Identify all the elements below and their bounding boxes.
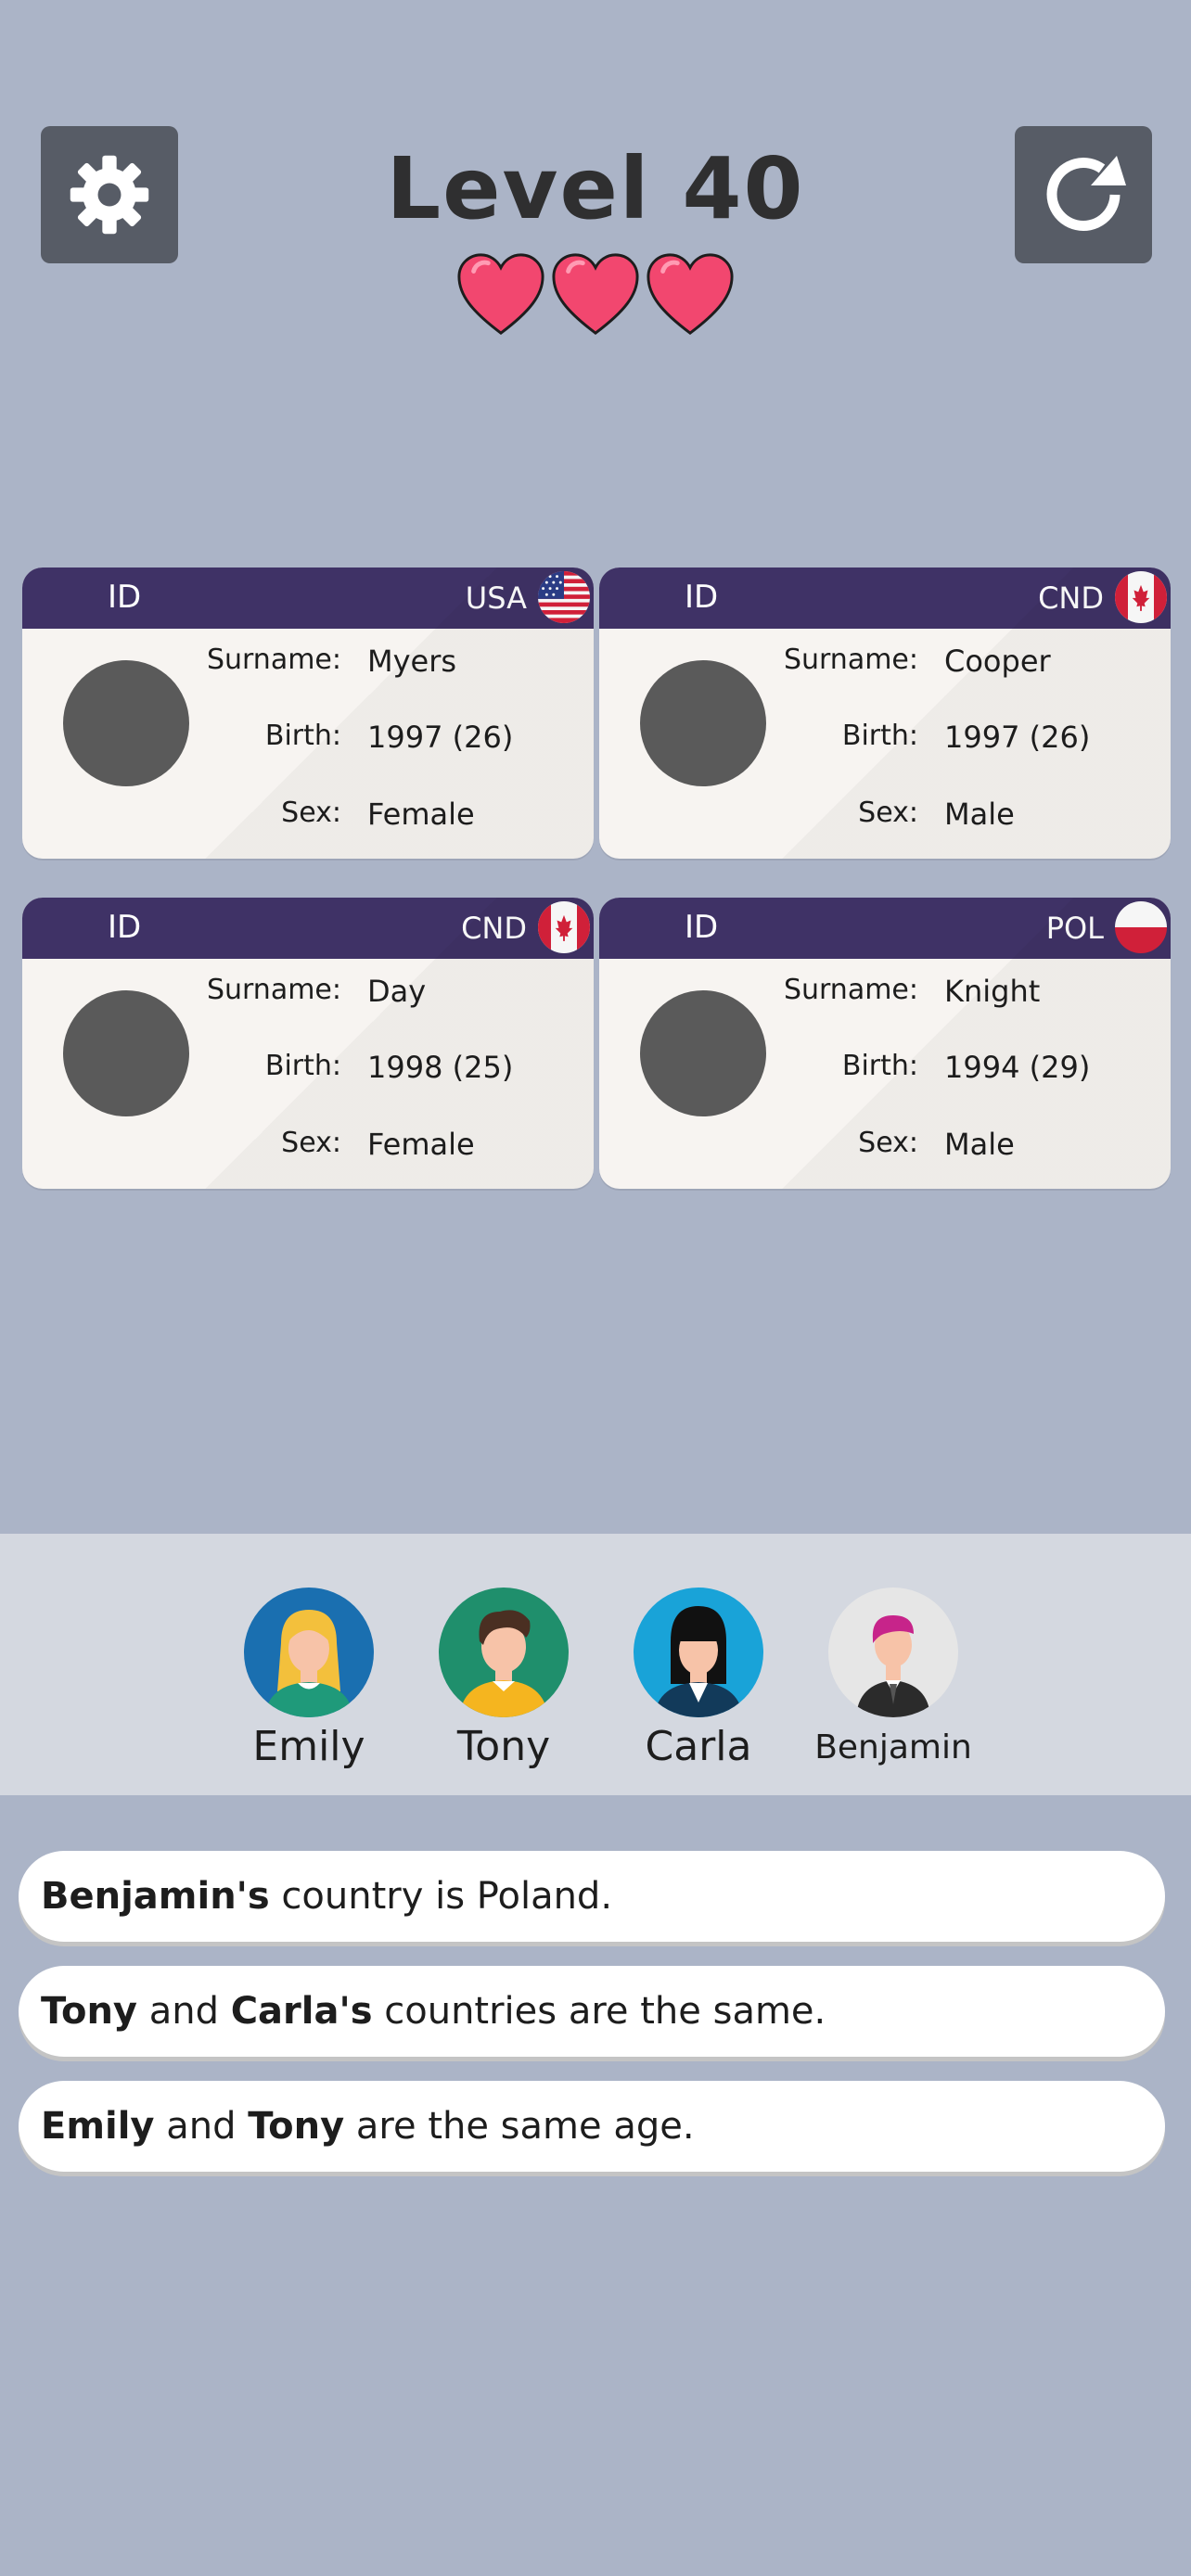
id-card[interactable]: ID CND Surname: Day Birth: 1998 (25) Sex… xyxy=(22,898,594,1189)
lives xyxy=(0,250,1191,339)
photo-placeholder xyxy=(640,660,766,786)
card-country: CND xyxy=(1038,580,1104,616)
clue: Emily and Tony are the same age. xyxy=(19,2081,1165,2172)
heart-icon xyxy=(457,253,544,335)
person-name: Tony xyxy=(456,1723,551,1770)
clue-name: Carla's xyxy=(230,1990,373,2033)
card-id-label: ID xyxy=(108,579,142,616)
photo-placeholder xyxy=(640,990,766,1116)
sex-label: Sex: xyxy=(858,797,918,829)
card-country: CND xyxy=(461,911,527,946)
id-card[interactable]: ID POL Surname: Knight Birth: 1994 (29) … xyxy=(599,898,1171,1189)
clue: Tony and Carla's countries are the same. xyxy=(19,1966,1165,2057)
photo-placeholder xyxy=(63,660,189,786)
surname-value: Knight xyxy=(944,974,1041,1009)
surname-value: Day xyxy=(367,974,427,1009)
person-name: Benjamin xyxy=(814,1728,972,1766)
photo-placeholder xyxy=(63,990,189,1116)
birth-label: Birth: xyxy=(841,1050,918,1082)
sex-value: Male xyxy=(944,797,1015,832)
sex-label: Sex: xyxy=(858,1127,918,1159)
clue-text: are the same age. xyxy=(344,2105,695,2148)
birth-label: Birth: xyxy=(264,720,341,752)
clue-text: countries are the same. xyxy=(372,1990,826,2033)
card-header: ID CND xyxy=(599,567,1171,629)
avatar[interactable] xyxy=(634,1588,763,1717)
card-id-label: ID xyxy=(108,909,142,946)
person-tony[interactable]: Tony xyxy=(406,1588,601,1770)
surname-value: Cooper xyxy=(944,644,1051,679)
card-header: ID USA xyxy=(22,567,594,629)
id-card[interactable]: ID CND Surname: Cooper Birth: 1997 (26) … xyxy=(599,567,1171,859)
id-card[interactable]: ID USA Surname: Myers Birth: 1997 (26) S… xyxy=(22,567,594,859)
sex-value: Male xyxy=(944,1127,1015,1162)
sex-value: Female xyxy=(367,1127,475,1162)
level-title: Level 40 xyxy=(386,139,805,238)
card-id-label: ID xyxy=(685,579,719,616)
card-id-label: ID xyxy=(685,909,719,946)
person-benjamin[interactable]: Benjamin xyxy=(796,1588,991,1766)
clue-name: Emily xyxy=(41,2105,155,2148)
heart-icon xyxy=(647,253,734,335)
birth-value: 1997 (26) xyxy=(367,720,514,755)
avatar[interactable] xyxy=(828,1588,958,1717)
people-strip: Emily Tony Carla Benjamin xyxy=(0,1534,1191,1795)
clue: Benjamin's country is Poland. xyxy=(19,1851,1165,1942)
birth-value: 1997 (26) xyxy=(944,720,1091,755)
clue-text: country is Poland. xyxy=(269,1875,613,1918)
clue-name: Tony xyxy=(41,1990,138,2033)
avatar[interactable] xyxy=(439,1588,569,1717)
person-carla[interactable]: Carla xyxy=(601,1588,796,1770)
birth-value: 1994 (29) xyxy=(944,1050,1091,1085)
birth-value: 1998 (25) xyxy=(367,1050,514,1085)
birth-label: Birth: xyxy=(841,720,918,752)
card-country: POL xyxy=(1045,911,1104,946)
restart-button[interactable] xyxy=(1015,126,1152,263)
restart-icon xyxy=(1046,156,1126,231)
poland-flag-icon xyxy=(1113,899,1169,955)
avatar[interactable] xyxy=(244,1588,374,1717)
surname-label: Surname: xyxy=(783,974,918,1006)
sex-label: Sex: xyxy=(281,1127,341,1159)
clue-name: Tony xyxy=(248,2105,345,2148)
card-header: ID CND xyxy=(22,898,594,959)
card-header: ID POL xyxy=(599,898,1171,959)
surname-label: Surname: xyxy=(206,644,341,676)
sex-label: Sex: xyxy=(281,797,341,829)
birth-label: Birth: xyxy=(264,1050,341,1082)
surname-value: Myers xyxy=(367,644,457,679)
clue-text: and xyxy=(154,2105,249,2148)
canada-flag-icon xyxy=(1113,569,1169,625)
surname-label: Surname: xyxy=(783,644,918,676)
card-country: USA xyxy=(465,580,527,616)
canada-flag-icon xyxy=(536,899,592,955)
heart-icon xyxy=(552,253,639,335)
surname-label: Surname: xyxy=(206,974,341,1006)
clue-text: and xyxy=(137,1990,231,2033)
person-name: Carla xyxy=(645,1723,752,1770)
sex-value: Female xyxy=(367,797,475,832)
usa-flag-icon xyxy=(536,569,592,625)
person-emily[interactable]: Emily xyxy=(211,1588,406,1770)
clue-name: Benjamin's xyxy=(41,1875,270,1918)
person-name: Emily xyxy=(252,1723,365,1770)
